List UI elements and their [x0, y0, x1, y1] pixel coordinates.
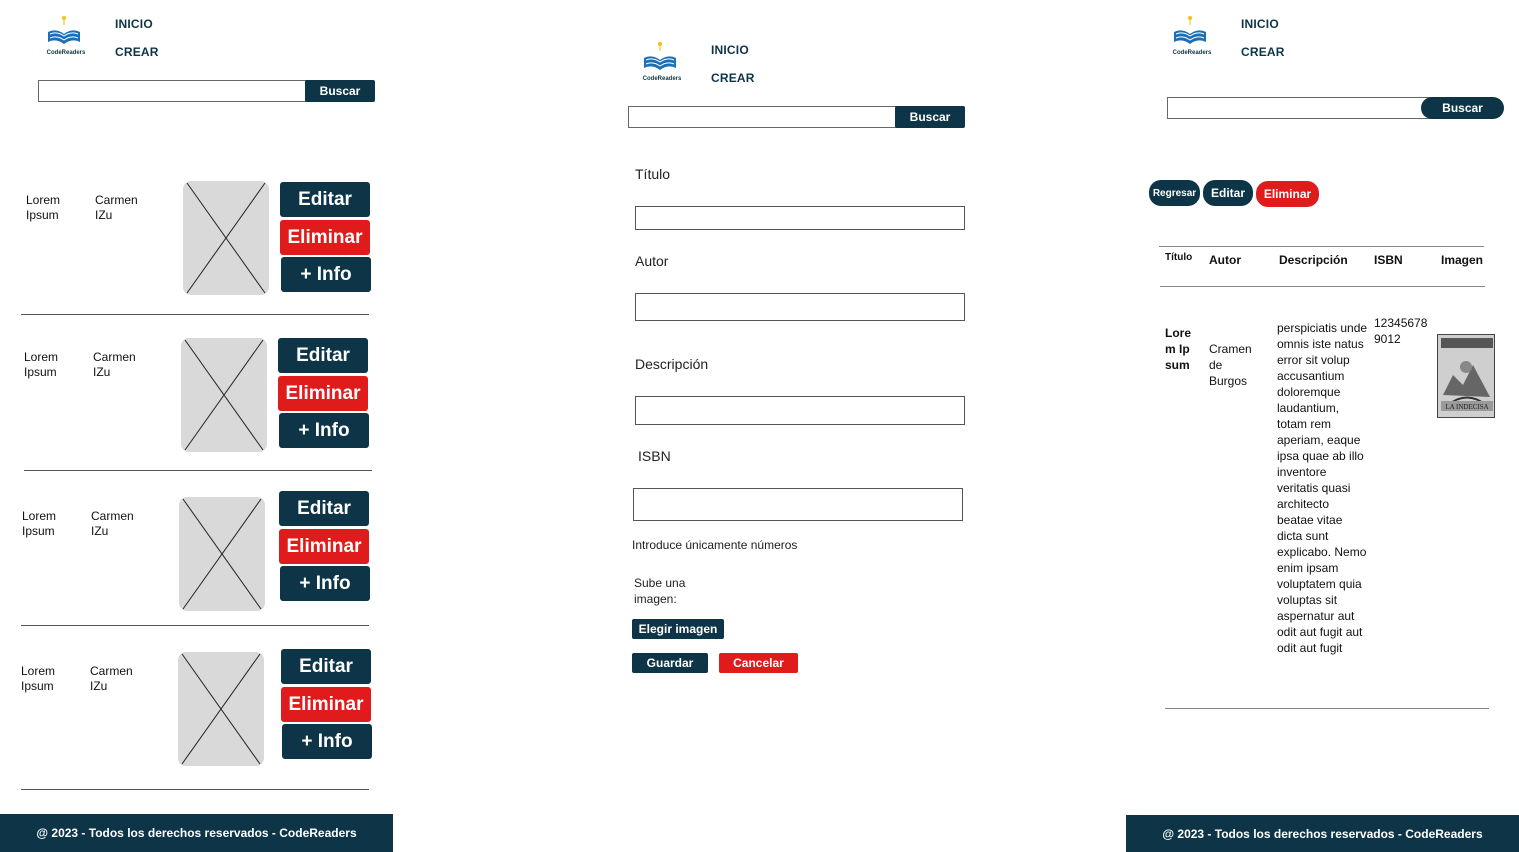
delete-button[interactable]: Eliminar — [280, 220, 370, 255]
edit-button[interactable]: Editar — [278, 338, 368, 373]
search-button[interactable]: Buscar — [305, 80, 375, 102]
nav-crear[interactable]: CREAR — [711, 71, 755, 85]
image-placeholder — [179, 497, 265, 611]
placeholder-x-icon — [182, 498, 262, 610]
search-button[interactable]: Buscar — [1421, 97, 1504, 119]
logo-text: CodeReaders — [47, 50, 86, 56]
image-placeholder — [181, 338, 267, 452]
edit-button[interactable]: Editar — [1203, 180, 1253, 206]
info-button[interactable]: + Info — [279, 413, 369, 448]
placeholder-x-icon — [181, 653, 261, 765]
logo[interactable]: CodeReaders — [1170, 14, 1214, 58]
item-title: Lorem Ipsum — [21, 664, 56, 693]
divider — [21, 625, 369, 626]
book-logo-icon: CodeReaders — [643, 42, 682, 82]
logo-text: CodeReaders — [1173, 50, 1212, 56]
footer: @ 2023 - Todos los derechos reservados -… — [1126, 815, 1519, 852]
header-author: Autor — [1209, 253, 1241, 267]
placeholder-x-icon — [184, 339, 264, 451]
header-title: Título — [1165, 252, 1193, 263]
image-placeholder — [183, 181, 269, 295]
nav-crear[interactable]: CREAR — [115, 45, 159, 59]
upload-label: Sube una imagen: — [634, 576, 686, 606]
item-title: Lorem Ipsum — [26, 193, 61, 222]
item-author: Carmen IZu — [91, 509, 134, 538]
nav-inicio[interactable]: INICIO — [115, 17, 153, 31]
title-input[interactable] — [635, 206, 965, 230]
item-title: Lorem Ipsum — [24, 350, 59, 379]
row-description: perspiciatis unde omnis iste natus error… — [1277, 321, 1368, 655]
item-title: Lorem Ipsum — [22, 509, 57, 538]
item-author: Carmen IZu — [95, 193, 138, 222]
logo[interactable]: CodeReaders — [44, 14, 88, 58]
back-button[interactable]: Regresar — [1149, 180, 1200, 206]
nav-crear[interactable]: CREAR — [1241, 45, 1285, 59]
logo[interactable]: CodeReaders — [640, 40, 684, 84]
author-label: Autor — [635, 253, 669, 269]
table-bottom-border — [1165, 708, 1489, 709]
placeholder-x-icon — [186, 182, 266, 294]
save-button[interactable]: Guardar — [632, 653, 708, 673]
row-isbn: 123456789012 — [1374, 316, 1428, 346]
nav-inicio[interactable]: INICIO — [711, 43, 749, 57]
choose-image-button[interactable]: Elegir imagen — [632, 619, 724, 639]
row-title: Lorem Ipsum — [1165, 326, 1192, 372]
edit-button[interactable]: Editar — [280, 182, 370, 217]
info-button[interactable]: + Info — [280, 566, 370, 601]
edit-button[interactable]: Editar — [279, 491, 369, 526]
delete-button[interactable]: Eliminar — [281, 687, 371, 722]
info-button[interactable]: + Info — [281, 257, 371, 292]
nav-inicio[interactable]: INICIO — [1241, 17, 1279, 31]
footer: @ 2023 - Todos los derechos reservados -… — [0, 814, 393, 852]
header-image: Imagen — [1441, 253, 1484, 267]
delete-button[interactable]: Eliminar — [278, 376, 368, 411]
title-label: Título — [635, 166, 671, 182]
divider — [21, 314, 369, 315]
delete-button[interactable]: Eliminar — [279, 529, 369, 564]
edit-button[interactable]: Editar — [281, 649, 371, 684]
table-header-border — [1160, 286, 1485, 287]
search-input[interactable] — [628, 106, 898, 128]
header-isbn: ISBN — [1374, 253, 1403, 267]
isbn-input[interactable] — [633, 488, 963, 521]
row-author: Cramen de Burgos — [1209, 342, 1252, 388]
description-input[interactable] — [635, 396, 965, 425]
item-author: Carmen IZu — [93, 350, 136, 379]
author-input[interactable] — [635, 293, 965, 321]
cover-caption: LA INDECISA — [1445, 403, 1488, 411]
book-cover-icon: LA INDECISA — [1438, 335, 1494, 417]
book-logo-icon: CodeReaders — [1173, 16, 1212, 56]
cancel-button[interactable]: Cancelar — [719, 653, 798, 673]
isbn-label: ISBN — [638, 448, 671, 464]
info-button[interactable]: + Info — [282, 724, 372, 759]
isbn-hint: Introduce únicamente números — [632, 538, 798, 552]
image-placeholder — [178, 652, 264, 766]
description-label: Descripción — [635, 356, 709, 372]
logo-text: CodeReaders — [643, 76, 682, 82]
search-input[interactable] — [1167, 97, 1437, 119]
divider — [24, 470, 372, 471]
search-button[interactable]: Buscar — [895, 106, 965, 128]
book-cover-image: LA INDECISA — [1437, 334, 1495, 418]
delete-button[interactable]: Eliminar — [1256, 181, 1319, 207]
item-author: Carmen IZu — [90, 664, 133, 693]
header-description: Descripción — [1279, 253, 1348, 267]
table-top-border — [1159, 246, 1484, 247]
divider — [21, 789, 369, 790]
book-logo-icon: CodeReaders — [47, 16, 86, 56]
search-input[interactable] — [38, 80, 308, 102]
